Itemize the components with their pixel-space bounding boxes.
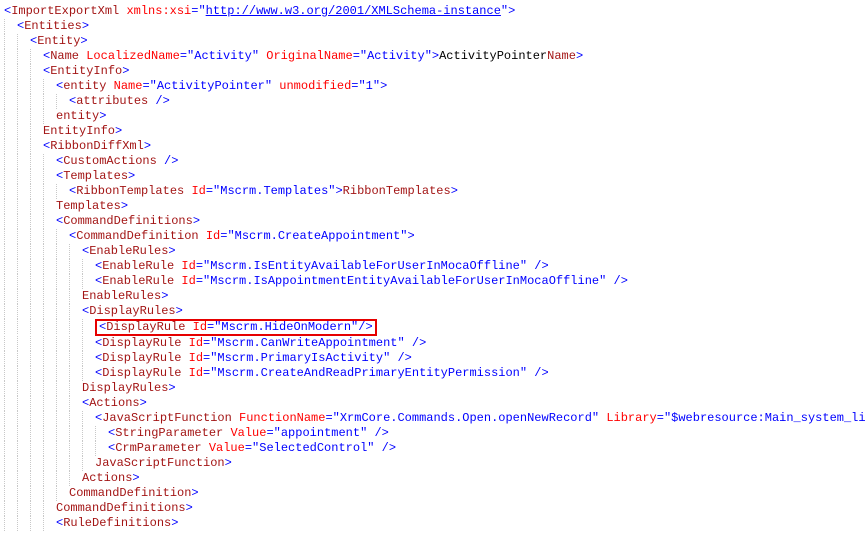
code-line: <Actions>	[4, 396, 862, 411]
code-line: DisplayRules>	[4, 381, 862, 396]
code-line: <DisplayRule Id="Mscrm.CreateAndReadPrim…	[4, 366, 862, 381]
code-line: <entity Name="ActivityPointer" unmodifie…	[4, 79, 862, 94]
code-line: Templates>	[4, 199, 862, 214]
code-line: <JavaScriptFunction FunctionName="XrmCor…	[4, 411, 862, 426]
code-line: <EnableRule Id="Mscrm.IsAppointmentEntit…	[4, 274, 862, 289]
code-line: <EnableRules>	[4, 244, 862, 259]
code-line: <StringParameter Value="appointment" />	[4, 426, 862, 441]
code-line: <EntityInfo>	[4, 64, 862, 79]
code-line: <Templates>	[4, 169, 862, 184]
code-line: <ImportExportXml xmlns:xsi="http://www.w…	[4, 4, 862, 19]
code-line: <Entities>	[4, 19, 862, 34]
code-line: Actions>	[4, 471, 862, 486]
code-line: <DisplayRule Id="Mscrm.CanWriteAppointme…	[4, 336, 862, 351]
code-line: <Name LocalizedName="Activity" OriginalN…	[4, 49, 862, 64]
code-line: <CommandDefinitions>	[4, 214, 862, 229]
code-line: <RuleDefinitions>	[4, 516, 862, 531]
code-line: JavaScriptFunction>	[4, 456, 862, 471]
code-line: EnableRules>	[4, 289, 862, 304]
code-line: EntityInfo>	[4, 124, 862, 139]
code-line: <EnableRule Id="Mscrm.IsEntityAvailableF…	[4, 259, 862, 274]
code-line: <attributes />	[4, 94, 862, 109]
code-line: <DisplayRule Id="Mscrm.HideOnModern"/>	[4, 319, 862, 336]
code-line: <RibbonDiffXml>	[4, 139, 862, 154]
code-line: CommandDefinition>	[4, 486, 862, 501]
code-line: <CrmParameter Value="SelectedControl" />	[4, 441, 862, 456]
code-line: <CommandDefinition Id="Mscrm.CreateAppoi…	[4, 229, 862, 244]
code-line: <RibbonTemplates Id="Mscrm.Templates">Ri…	[4, 184, 862, 199]
code-line: CommandDefinitions>	[4, 501, 862, 516]
highlighted-display-rule: <DisplayRule Id="Mscrm.HideOnModern"/>	[95, 319, 377, 336]
code-line: <CustomActions />	[4, 154, 862, 169]
code-line: <DisplayRules>	[4, 304, 862, 319]
schema-url-link[interactable]: http://www.w3.org/2001/XMLSchema-instanc…	[206, 4, 501, 18]
xml-code-block: <ImportExportXml xmlns:xsi="http://www.w…	[4, 4, 862, 531]
code-line: <Entity>	[4, 34, 862, 49]
code-line: <DisplayRule Id="Mscrm.PrimaryIsActivity…	[4, 351, 862, 366]
code-line: entity>	[4, 109, 862, 124]
